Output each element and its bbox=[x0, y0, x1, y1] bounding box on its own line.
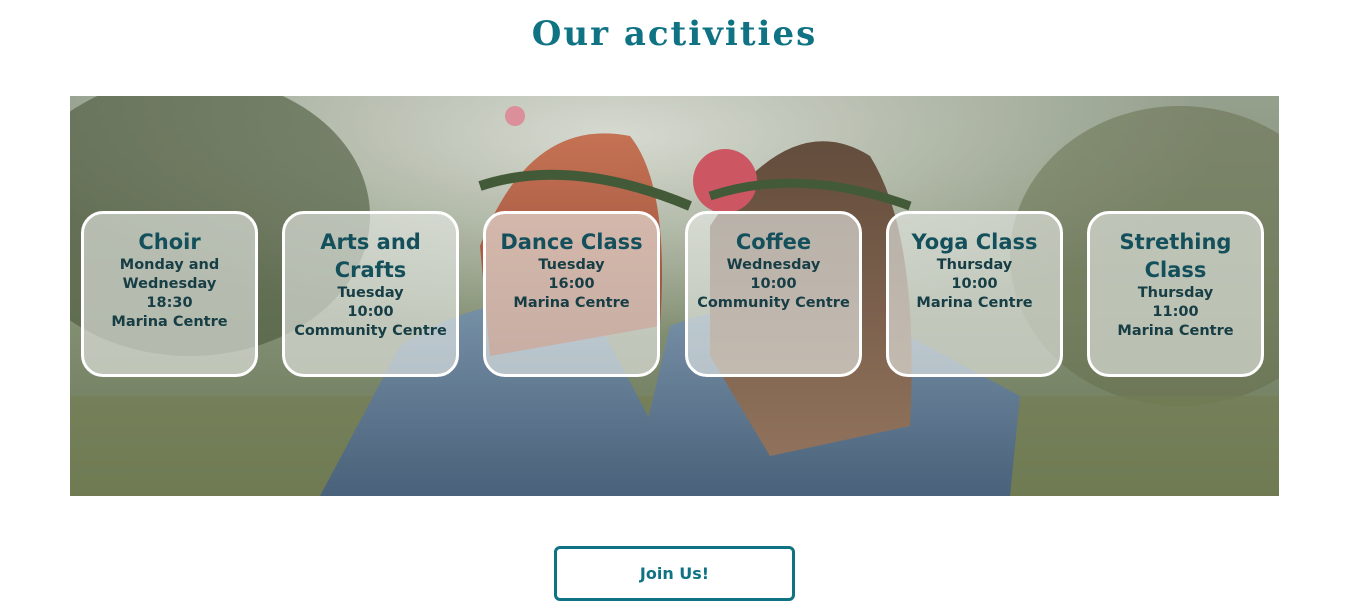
activity-time: 16:00 bbox=[548, 276, 595, 292]
activity-time: 10:00 bbox=[750, 276, 797, 292]
activity-cards: Choir Monday and Wednesday 18:30 Marina … bbox=[81, 211, 1271, 381]
activity-title: Dance Class bbox=[500, 230, 643, 254]
section-title: Our activities bbox=[531, 14, 818, 54]
activity-card-coffee: Coffee Wednesday 10:00 Community Centre bbox=[685, 211, 862, 377]
activity-title: Strething Class bbox=[1119, 230, 1232, 282]
activity-title: Arts and Crafts bbox=[320, 230, 421, 282]
activity-card-dance-class: Dance Class Tuesday 16:00 Marina Centre bbox=[483, 211, 660, 377]
activity-day: Thursday bbox=[1137, 285, 1214, 301]
activity-title: Choir bbox=[138, 230, 201, 254]
activity-card-arts-and-crafts: Arts and Crafts Tuesday 10:00 Community … bbox=[282, 211, 459, 377]
activity-title: Coffee bbox=[735, 230, 812, 254]
activity-location: Marina Centre bbox=[513, 295, 630, 311]
join-us-button[interactable]: Join Us! bbox=[554, 546, 795, 601]
activity-time: 18:30 bbox=[146, 295, 193, 311]
activity-location: Marina Centre bbox=[111, 314, 228, 330]
activity-day: Wednesday bbox=[726, 257, 821, 273]
activity-day: Tuesday bbox=[538, 257, 605, 273]
activity-day: Tuesday bbox=[337, 285, 404, 301]
activity-time: 11:00 bbox=[1152, 304, 1199, 320]
activity-time: 10:00 bbox=[347, 304, 394, 320]
activity-card-stretching-class: Strething Class Thursday 11:00 Marina Ce… bbox=[1087, 211, 1264, 377]
activity-day: Thursday bbox=[936, 257, 1013, 273]
activity-title: Yoga Class bbox=[911, 230, 1038, 254]
activity-day: Monday and Wednesday bbox=[119, 257, 220, 292]
activity-card-yoga-class: Yoga Class Thursday 10:00 Marina Centre bbox=[886, 211, 1063, 377]
activity-location: Community Centre bbox=[294, 323, 447, 339]
page: Our activities Choir Monday and Wednesda… bbox=[0, 0, 1349, 615]
activity-location: Marina Centre bbox=[1117, 323, 1234, 339]
activity-time: 10:00 bbox=[951, 276, 998, 292]
activity-card-choir: Choir Monday and Wednesday 18:30 Marina … bbox=[81, 211, 258, 377]
activity-location: Marina Centre bbox=[916, 295, 1033, 311]
activities-banner: Choir Monday and Wednesday 18:30 Marina … bbox=[70, 96, 1279, 496]
activity-location: Community Centre bbox=[697, 295, 850, 311]
